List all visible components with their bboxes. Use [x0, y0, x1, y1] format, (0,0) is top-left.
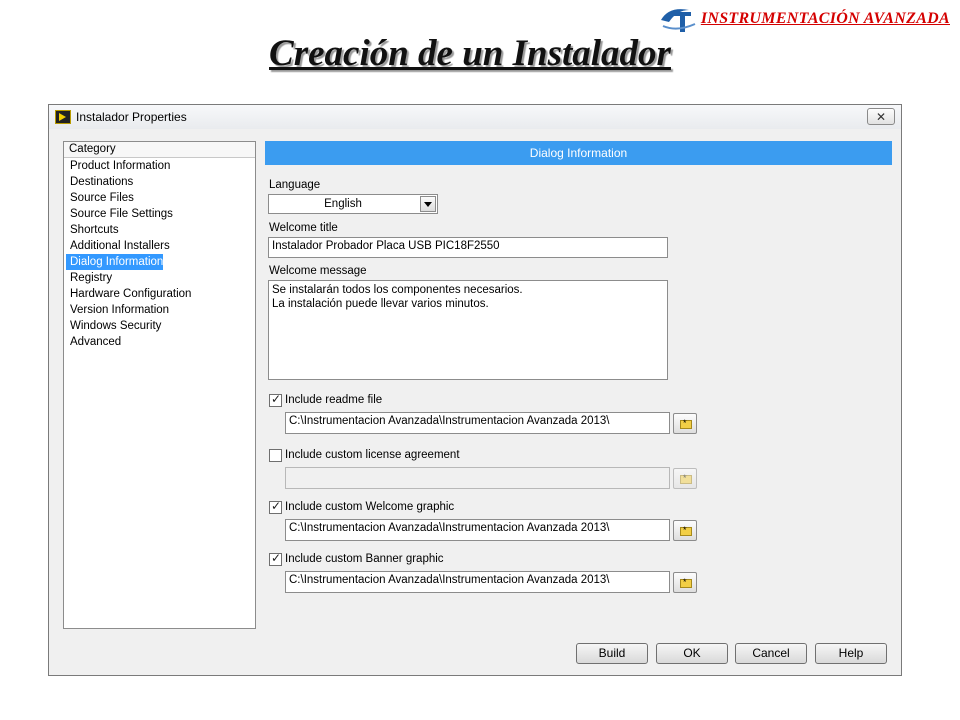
language-select[interactable]: English — [268, 194, 438, 214]
welcome-message-label: Welcome message — [269, 265, 367, 277]
banner-graphic-browse-button[interactable] — [673, 572, 697, 593]
folder-icon — [680, 577, 692, 588]
ok-button[interactable]: OK — [656, 643, 728, 664]
language-value: English — [324, 198, 362, 210]
welcome-graphic-checkbox[interactable] — [269, 499, 282, 514]
welcome-title-label: Welcome title — [269, 222, 338, 234]
welcome-message-line: La instalación puede llevar varios minut… — [272, 298, 489, 310]
welcome-graphic-browse-button[interactable] — [673, 520, 697, 541]
slide-title: Creación de un Instalador — [269, 33, 671, 74]
banner-graphic-label: Include custom Banner graphic — [285, 553, 444, 565]
welcome-graphic-label: Include custom Welcome graphic — [285, 501, 455, 513]
folder-icon — [680, 525, 692, 536]
license-browse-button[interactable] — [673, 468, 697, 489]
category-item-shortcuts[interactable]: Shortcuts — [66, 222, 119, 238]
readme-label: Include readme file — [285, 394, 383, 406]
category-item-source-files[interactable]: Source Files — [66, 190, 134, 206]
license-checkbox[interactable] — [269, 449, 282, 462]
welcome-title-input[interactable]: Instalador Probador Placa USB PIC18F2550 — [268, 237, 668, 258]
banner-graphic-checkbox[interactable] — [269, 551, 282, 566]
readme-browse-button[interactable] — [673, 413, 697, 434]
properties-window: Instalador Properties ✕ Category Product… — [48, 104, 902, 676]
section-header: Dialog Information — [265, 141, 892, 165]
folder-icon — [680, 473, 692, 484]
close-button[interactable]: ✕ — [867, 108, 895, 125]
readme-checkbox[interactable] — [269, 392, 282, 407]
welcome-message-line: Se instalarán todos los componentes nece… — [272, 284, 523, 296]
license-path-input[interactable] — [285, 467, 670, 489]
readme-path-input[interactable]: C:\Instrumentacion Avanzada\Instrumentac… — [285, 412, 670, 434]
category-item-product-information[interactable]: Product Information — [66, 158, 170, 174]
category-item-dialog-information[interactable]: Dialog Information — [66, 254, 164, 270]
category-item-source-file-settings[interactable]: Source File Settings — [66, 206, 173, 222]
category-item-registry[interactable]: Registry — [66, 270, 112, 286]
category-item-hardware-configuration[interactable]: Hardware Configuration — [66, 286, 191, 302]
window-titlebar: Instalador Properties ✕ — [49, 105, 901, 129]
category-item-advanced[interactable]: Advanced — [66, 334, 121, 350]
help-button[interactable]: Help — [815, 643, 887, 664]
folder-icon — [680, 418, 692, 429]
banner-graphic-path-input[interactable]: C:\Instrumentacion Avanzada\Instrumentac… — [285, 571, 670, 593]
brand-text: INSTRUMENTACIÓN AVANZADA — [700, 10, 950, 27]
category-item-additional-installers[interactable]: Additional Installers — [66, 238, 170, 254]
window-title: Instalador Properties — [76, 110, 187, 124]
language-label: Language — [269, 179, 321, 191]
cancel-button[interactable]: Cancel — [735, 643, 807, 664]
category-item-version-information[interactable]: Version Information — [66, 302, 169, 318]
welcome-message-textarea[interactable]: Se instalarán todos los componentes nece… — [268, 280, 668, 380]
build-button[interactable]: Build — [576, 643, 648, 664]
labview-app-icon — [55, 110, 71, 124]
university-logo-icon — [659, 4, 699, 34]
category-header: Category — [64, 142, 255, 158]
license-label: Include custom license agreement — [285, 449, 460, 461]
welcome-graphic-path-input[interactable]: C:\Instrumentacion Avanzada\Instrumentac… — [285, 519, 670, 541]
category-list: Category Product Information Destination… — [63, 141, 256, 629]
brand-header: INSTRUMENTACIÓN AVANZADA — [659, 4, 950, 34]
category-item-destinations[interactable]: Destinations — [66, 174, 133, 190]
category-item-windows-security[interactable]: Windows Security — [66, 318, 161, 334]
chevron-down-icon[interactable] — [420, 196, 436, 212]
